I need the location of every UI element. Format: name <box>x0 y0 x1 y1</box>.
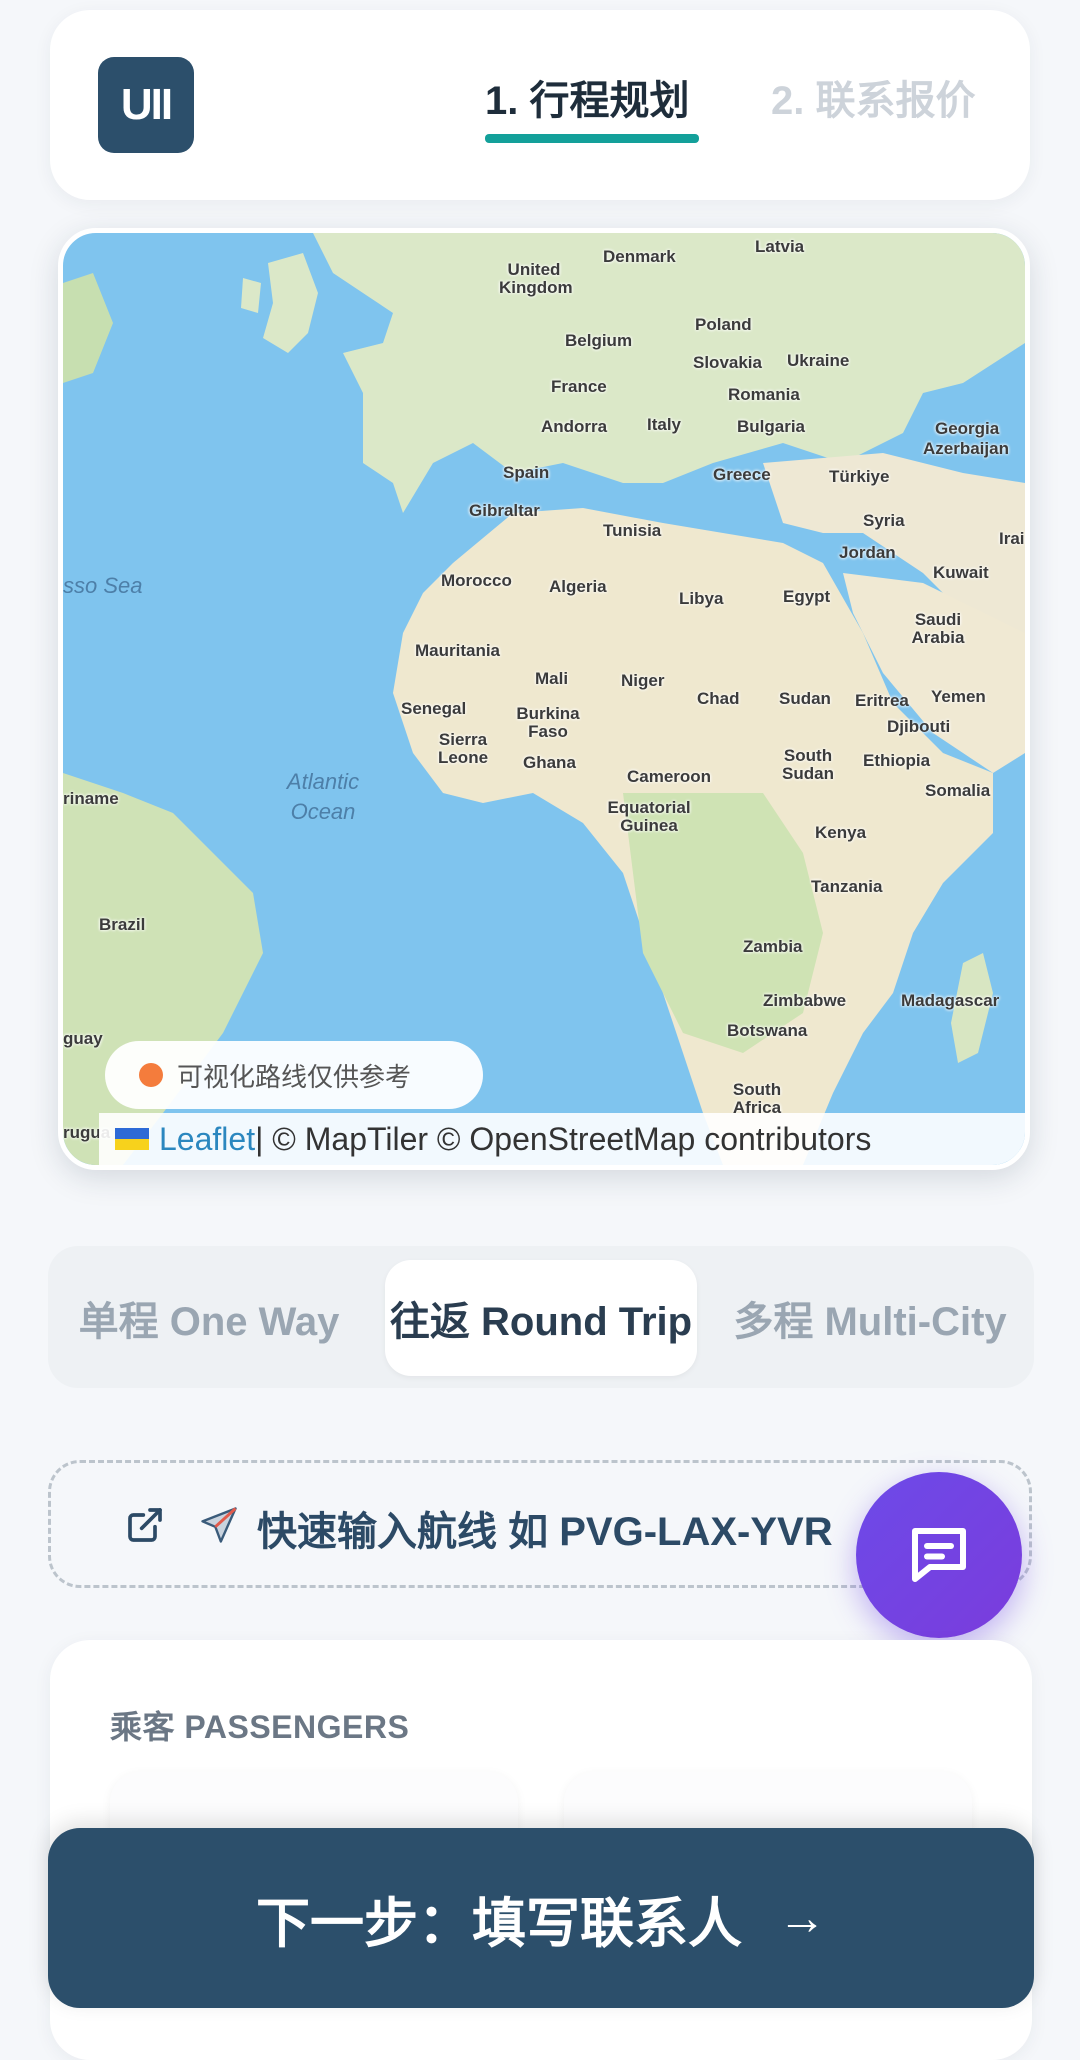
map-label-sierra-leone: Sierra Leone <box>437 730 489 767</box>
map-label-ukraine: Ukraine <box>787 351 850 370</box>
map-label-belgium: Belgium <box>565 331 633 350</box>
map-label-algeria: Algeria <box>549 577 607 596</box>
map-label-botswana: Botswana <box>727 1021 808 1040</box>
map-label-ethiopia: Ethiopia <box>863 751 931 770</box>
map-label-south-sudan: South Sudan <box>782 746 834 783</box>
map-label-slovakia: Slovakia <box>693 353 762 372</box>
map-label-azerbaijan: Azerbaijan <box>923 439 1009 458</box>
map-label-france: France <box>551 377 607 396</box>
map-label-morocco: Morocco <box>441 571 512 590</box>
trip-type-selector: 单程 One Way 往返 Round Trip 多程 Multi-City <box>48 1246 1034 1388</box>
map-label-sudan: Sudan <box>779 689 831 708</box>
header-card: UII 1. 行程规划 2. 联系报价 <box>50 10 1030 200</box>
map-label-zimbabwe: Zimbabwe <box>763 991 847 1010</box>
map-label-egypt: Egypt <box>783 587 831 606</box>
map-label-burkina-faso: Burkina Faso <box>516 704 580 741</box>
tab-itinerary[interactable]: 1. 行程规划 <box>485 68 689 126</box>
map-label-libya: Libya <box>679 589 724 608</box>
trip-type-round-trip[interactable]: 往返 Round Trip <box>385 1260 697 1376</box>
map-label-tanzania: Tanzania <box>811 877 883 896</box>
map-label-niger: Niger <box>621 671 665 690</box>
map-label-south-africa: South Africa <box>732 1080 782 1117</box>
map-label-atlantic-ocean: Atlantic Ocean <box>286 769 360 824</box>
external-link-icon <box>125 1505 165 1550</box>
map-label-yemen: Yemen <box>931 687 986 706</box>
map-label-iran: Irai <box>999 529 1025 548</box>
route-dot-icon <box>139 1063 163 1087</box>
map-attribution: Leaflet | © MapTiler © OpenStreetMap con… <box>99 1113 1025 1165</box>
map-label-brazil: Brazil <box>99 915 146 934</box>
map-label-senegal: Senegal <box>401 699 467 718</box>
map-label-ghana: Ghana <box>523 753 576 772</box>
map-label-syria: Syria <box>863 511 905 530</box>
map-label-tunisia: Tunisia <box>603 521 662 540</box>
map-label-gibraltar: Gibraltar <box>469 501 540 520</box>
airplane-icon <box>197 1503 241 1556</box>
map-label-turkiye: Türkiye <box>829 467 890 486</box>
map-label-denmark: Denmark <box>603 247 676 266</box>
map-label-chad: Chad <box>697 689 740 708</box>
map-label-mali: Mali <box>535 669 569 688</box>
map-label-italy: Italy <box>647 415 682 434</box>
next-step-button[interactable]: 下一步：填写联系人 → <box>48 1828 1034 2008</box>
map-label-madagascar: Madagascar <box>901 991 1000 1010</box>
map-label-sargasso-sea: sso Sea <box>63 573 143 598</box>
route-map[interactable]: Latvia Denmark United Kingdom Poland Bel… <box>58 228 1030 1170</box>
map-label-greece: Greece <box>713 465 771 484</box>
map-label-latvia: Latvia <box>755 237 805 256</box>
map-label-spain: Spain <box>503 463 550 482</box>
leaflet-link[interactable]: Leaflet <box>159 1121 255 1158</box>
attribution-text: | © MapTiler © OpenStreetMap contributor… <box>255 1120 872 1157</box>
map-label-united-kingdom: United Kingdom <box>499 260 573 297</box>
tab-contact-quote[interactable]: 2. 联系报价 <box>771 68 975 126</box>
chat-icon <box>912 1528 966 1582</box>
map-label-suriname: riname <box>63 789 119 808</box>
map-label-andorra: Andorra <box>541 417 608 436</box>
trip-type-multi-city[interactable]: 多程 Multi-City <box>712 1260 1028 1376</box>
map-label-zambia: Zambia <box>743 937 803 956</box>
map-label-jordan: Jordan <box>839 543 896 562</box>
active-tab-indicator <box>485 134 699 143</box>
map-label-mauritania: Mauritania <box>415 641 501 660</box>
map-label-saudi-arabia: Saudi Arabia <box>911 610 965 647</box>
ukraine-flag-icon <box>115 1128 149 1150</box>
map-label-djibouti: Djibouti <box>887 717 951 736</box>
trip-type-one-way[interactable]: 单程 One Way <box>54 1260 364 1376</box>
chat-button[interactable] <box>856 1472 1022 1638</box>
map-label-kuwait: Kuwait <box>933 563 989 582</box>
map-label-paraguay: guay <box>63 1029 103 1048</box>
map-label-romania: Romania <box>728 385 800 404</box>
map-label-poland: Poland <box>695 315 752 334</box>
logo[interactable]: UII <box>98 57 194 153</box>
map-label-bulgaria: Bulgaria <box>737 417 806 436</box>
map-label-cameroon: Cameroon <box>627 767 712 786</box>
route-note-text: 可视化路线仅供参考 <box>177 1061 412 1092</box>
map-label-somalia: Somalia <box>925 781 991 800</box>
map-label-kenya: Kenya <box>815 823 867 842</box>
arrow-right-icon: → <box>778 1891 826 1945</box>
quick-route-label: 快速输入航线 如 PVG-LAX-YVR <box>257 1510 833 1554</box>
next-step-label: 下一步：填写联系人 <box>256 1893 742 1954</box>
passengers-title: 乘客 PASSENGERS <box>110 1709 410 1745</box>
map-label-equatorial-guinea: Equatorial Guinea <box>607 798 691 835</box>
map-label-georgia: Georgia <box>935 419 1000 438</box>
route-note-badge: 可视化路线仅供参考 <box>105 1041 483 1109</box>
map-label-eritrea: Eritrea <box>855 691 909 710</box>
